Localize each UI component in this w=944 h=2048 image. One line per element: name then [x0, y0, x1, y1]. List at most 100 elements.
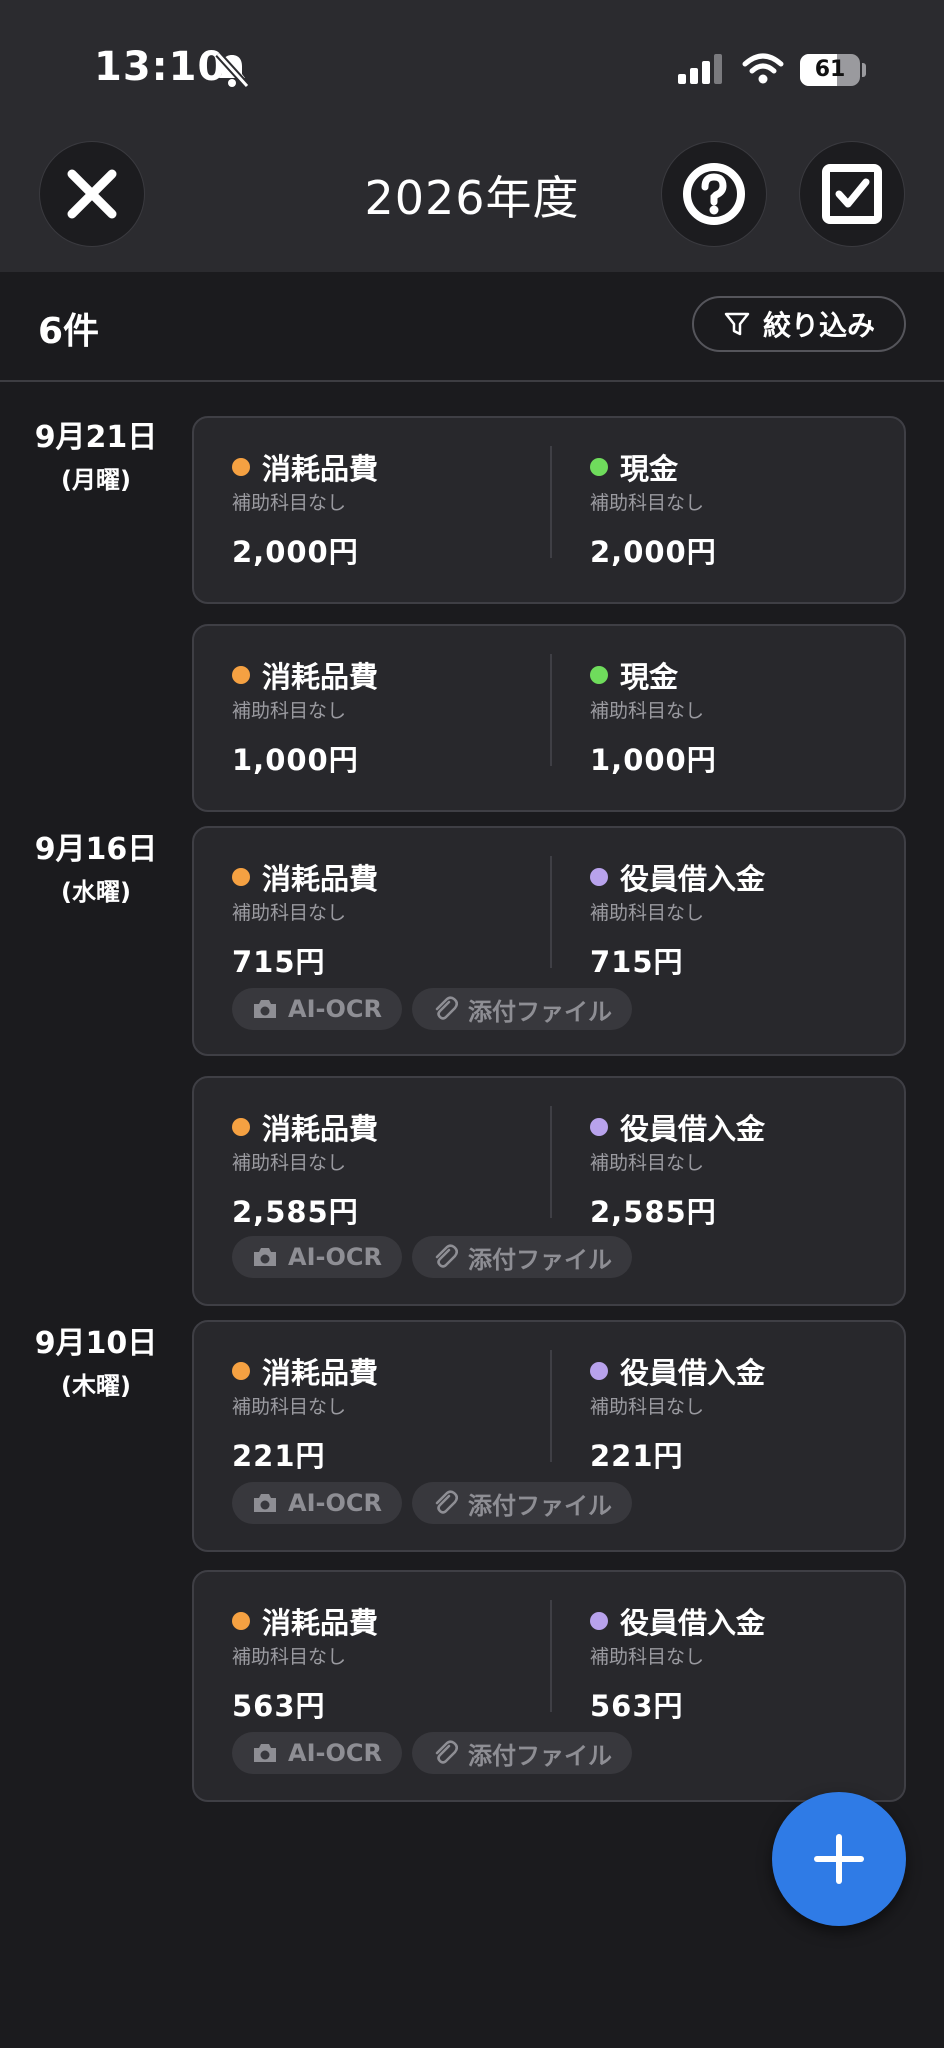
credit-sub-account: 補助科目なし [590, 492, 705, 514]
date-label: 9月21日 (月曜) [0, 412, 192, 495]
date-day: 9月10日 [34, 1326, 158, 1361]
filter-label: 絞り込み [762, 309, 875, 342]
tag-label: AI-OCR [288, 1243, 382, 1271]
filter-button[interactable]: 絞り込み [692, 296, 906, 352]
status-time: 13:10 [94, 44, 227, 90]
debit-account: 消耗品費 [262, 862, 379, 896]
select-mode-button[interactable] [800, 142, 904, 246]
entry-count: 6件 [38, 311, 100, 352]
debit-sub-account: 補助科目なし [232, 1646, 347, 1668]
date-label: 9月10日 (木曜) [0, 1318, 192, 1401]
wifi-icon [742, 53, 784, 84]
debit-side: 消耗品費 補助科目なし 2,000円 [232, 448, 378, 571]
credit-account: 現金 [620, 452, 679, 486]
card-divider [550, 1350, 552, 1462]
card-divider [550, 1106, 552, 1218]
tag-list: AI-OCR 添付ファイル [232, 1732, 632, 1774]
account-color-dot [590, 666, 608, 684]
credit-amount: 2,000円 [590, 535, 717, 569]
credit-side: 役員借入金 補助科目なし 563円 [590, 1602, 765, 1725]
debit-sub-account: 補助科目なし [232, 1396, 347, 1418]
bell-slash-icon [215, 51, 250, 89]
close-icon [67, 169, 117, 219]
checkbox-icon [822, 164, 882, 224]
close-button[interactable] [40, 142, 144, 246]
debit-amount: 563円 [232, 1689, 326, 1723]
debit-account: 消耗品費 [262, 1606, 379, 1640]
debit-side: 消耗品費 補助科目なし 715円 [232, 858, 378, 981]
debit-amount: 2,585円 [232, 1195, 359, 1229]
credit-amount: 2,585円 [590, 1195, 717, 1229]
debit-amount: 221円 [232, 1439, 326, 1473]
date-weekday: (木曜) [61, 1372, 131, 1400]
credit-sub-account: 補助科目なし [590, 700, 705, 722]
battery-indicator: 61 [800, 54, 860, 86]
page-title: 2026年度 [364, 171, 580, 225]
debit-sub-account: 補助科目なし [232, 902, 347, 924]
debit-amount: 2,000円 [232, 535, 359, 569]
tag-label: AI-OCR [288, 995, 382, 1023]
debit-sub-account: 補助科目なし [232, 492, 347, 514]
tag-label: AI-OCR [288, 1739, 382, 1767]
credit-sub-account: 補助科目なし [590, 1396, 705, 1418]
help-icon [683, 163, 745, 225]
add-entry-button[interactable] [772, 1792, 906, 1926]
credit-side: 現金 補助科目なし 1,000円 [590, 656, 717, 779]
debit-account: 消耗品費 [262, 660, 379, 694]
account-color-dot [590, 1612, 608, 1630]
paperclip-icon [435, 1490, 458, 1514]
debit-side: 消耗品費 補助科目なし 2,585円 [232, 1108, 378, 1231]
signal-icon [678, 54, 722, 84]
debit-sub-account: 補助科目なし [232, 700, 347, 722]
debit-side: 消耗品費 補助科目なし 1,000円 [232, 656, 378, 779]
tag-label: 添付ファイル [467, 1491, 612, 1520]
credit-amount: 563円 [590, 1689, 684, 1723]
account-color-dot [590, 1362, 608, 1380]
camera-icon [254, 1248, 276, 1266]
credit-amount: 1,000円 [590, 743, 717, 777]
debit-amount: 715円 [232, 945, 326, 979]
debit-sub-account: 補助科目なし [232, 1152, 347, 1174]
journal-entry-card[interactable]: 消耗品費 補助科目なし 1,000円 現金 補助科目なし 1,000円 [192, 624, 906, 812]
credit-account: 役員借入金 [620, 1112, 766, 1146]
attachment-tag: 添付ファイル [411, 1482, 632, 1524]
account-color-dot [232, 1118, 250, 1136]
account-color-dot [232, 458, 250, 476]
paperclip-icon [435, 1740, 458, 1764]
tag-list: AI-OCR 添付ファイル [232, 1236, 632, 1278]
date-weekday: (水曜) [61, 878, 131, 906]
date-day: 9月21日 [34, 420, 158, 455]
battery-tip [862, 63, 866, 77]
debit-account: 消耗品費 [262, 1112, 379, 1146]
paperclip-icon [435, 996, 458, 1020]
tag-list: AI-OCR 添付ファイル [232, 988, 632, 1030]
credit-sub-account: 補助科目なし [590, 902, 705, 924]
journal-entry-card[interactable]: 消耗品費 補助科目なし 2,585円 役員借入金 補助科目なし 2,585円 A… [192, 1076, 906, 1306]
journal-entry-card[interactable]: 消耗品費 補助科目なし 221円 役員借入金 補助科目なし 221円 AI-OC… [192, 1320, 906, 1552]
attachment-tag: 添付ファイル [411, 1236, 632, 1278]
date-weekday: (月曜) [61, 466, 131, 494]
help-button[interactable] [662, 142, 766, 246]
battery-level: 61 [814, 57, 846, 82]
card-divider [550, 1600, 552, 1712]
journal-entry-card[interactable]: 消耗品費 補助科目なし 563円 役員借入金 補助科目なし 563円 AI-OC… [192, 1570, 906, 1802]
credit-side: 現金 補助科目なし 2,000円 [590, 448, 717, 571]
account-color-dot [590, 458, 608, 476]
tag-label: 添付ファイル [467, 997, 612, 1026]
filter-icon [724, 312, 750, 336]
credit-side: 役員借入金 補助科目なし 221円 [590, 1352, 765, 1475]
tag-label: AI-OCR [288, 1489, 382, 1517]
account-color-dot [232, 666, 250, 684]
date-day: 9月16日 [34, 832, 158, 867]
journal-entry-card[interactable]: 消耗品費 補助科目なし 2,000円 現金 補助科目なし 2,000円 [192, 416, 906, 604]
account-color-dot [232, 1362, 250, 1380]
journal-entry-card[interactable]: 消耗品費 補助科目なし 715円 役員借入金 補助科目なし 715円 AI-OC… [192, 826, 906, 1056]
credit-amount: 715円 [590, 945, 684, 979]
list-toolbar: 6件 絞り込み [0, 272, 944, 382]
credit-account: 役員借入金 [620, 1606, 766, 1640]
attachment-tag: 添付ファイル [411, 1732, 632, 1774]
card-divider [550, 446, 552, 558]
card-divider [550, 654, 552, 766]
debit-side: 消耗品費 補助科目なし 221円 [232, 1352, 378, 1475]
ai-ocr-tag: AI-OCR [232, 1236, 402, 1278]
